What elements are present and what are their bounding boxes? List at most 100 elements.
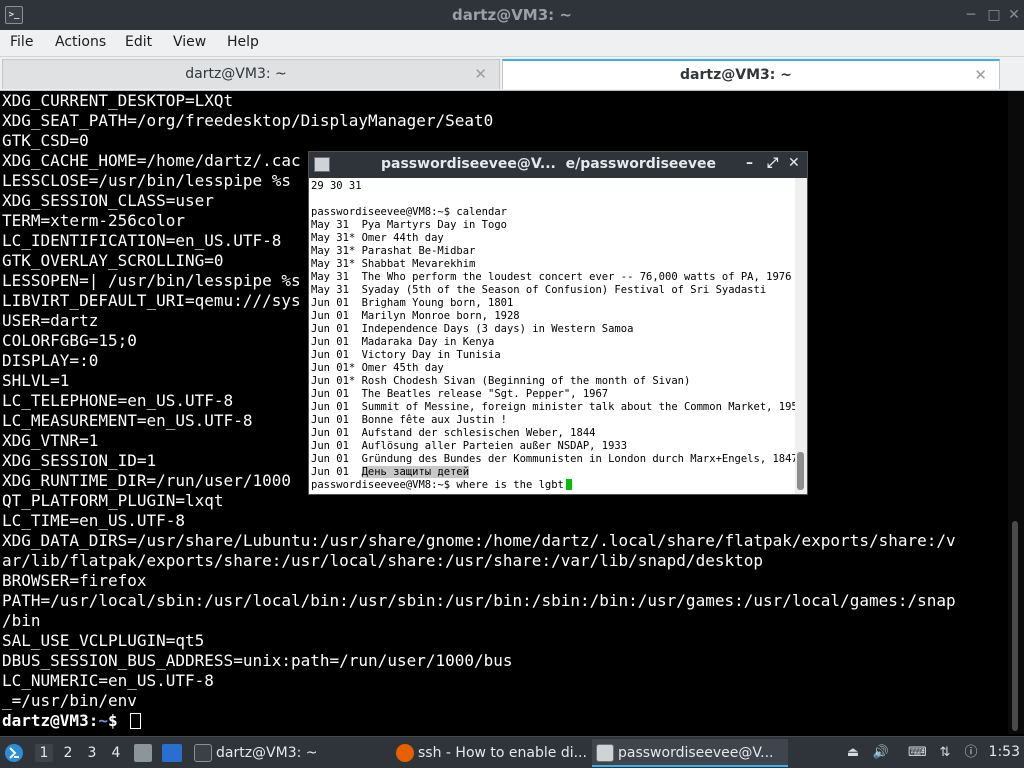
xterm-line-selected: Jun 01 День защиты детей [311,466,470,479]
terminal-line: LC_TIME=en_US.UTF-8 [2,511,186,530]
task-xterm[interactable]: passwordiseevee@V... [592,739,788,767]
task-label: passwordiseevee@V... [618,745,774,761]
xterm-line: Jun 01 Auflösung aller Parteien außer NS… [311,440,628,452]
terminal-line: USER=dartz [2,311,99,330]
task-label: ssh - How to enable di... [418,745,587,761]
terminal-line: DBUS_SESSION_BUS_ADDRESS=unix:path=/run/… [2,651,513,670]
volume-icon[interactable]: 🔊 [872,744,890,762]
terminal-line: GTK_CSD=0 [2,131,89,150]
xterm-minimize-button[interactable]: – [746,155,753,171]
terminal-line: /bin [2,611,41,630]
close-button[interactable]: ✕ [1005,6,1023,24]
xterm-icon [596,744,614,762]
terminal-line: TERM=xterm-256color [2,211,186,230]
xterm-maximize-button[interactable]: ⤢ [767,155,778,171]
tab-terminal-2[interactable]: dartz@VM3: ~ ✕ [502,59,1000,89]
xterm-scrollbar[interactable] [795,178,807,494]
network-icon[interactable]: ⇅ [936,744,954,762]
terminal-line: LIBVIRT_DEFAULT_URI=qemu:///sys [2,291,301,310]
tab-close-icon[interactable]: ✕ [974,66,987,84]
xterm-line: May 31 Syaday (5th of the Season of Conf… [311,284,767,296]
show-desktop-icon[interactable] [162,744,182,762]
window-titlebar[interactable]: >_ dartz@VM3: ~ ─ □ ✕ [0,0,1024,30]
prompt-path: ~ [98,711,108,730]
terminal-line: LC_MEASUREMENT=en_US.UTF-8 [2,411,253,430]
terminal-line: _=/usr/bin/env [2,691,137,710]
clock[interactable]: 1:53 [989,744,1020,760]
xterm-line: May 31* Parashat Be-Midbar [311,245,476,257]
menu-file[interactable]: File [10,34,33,50]
terminal-line: LC_NUMERIC=en_US.UTF-8 [2,671,214,690]
terminal-line: DISPLAY=:0 [2,351,99,370]
xterm-cursor [565,479,572,490]
terminal-line: XDG_SESSION_CLASS=user [2,191,214,210]
terminal-line: XDG_DATA_DIRS=/usr/share/Lubuntu:/usr/sh… [2,531,956,550]
terminal-line: LC_IDENTIFICATION=en_US.UTF-8 [2,231,282,250]
terminal-line: XDG_SEAT_PATH=/org/freedesktop/DisplayMa… [2,111,494,130]
menu-help[interactable]: Help [227,34,259,50]
firefox-icon [396,744,414,762]
xterm-line: Jun 01 The Beatles release "Sgt. Pepper"… [311,388,609,400]
terminal-line: LC_TELEPHONE=en_US.UTF-8 [2,391,234,410]
xterm-titlebar[interactable]: passwordiseevee@V... e/passwordiseevee –… [309,152,807,178]
xterm-line: 29 30 31 [311,180,362,192]
task-terminal[interactable]: dartz@VM3: ~ [190,739,386,767]
prompt-user: dartz@VM3 [2,711,89,730]
eject-icon[interactable]: ⏏ [844,744,862,762]
xterm-line: Jun 01 Marilyn Monroe born, 1928 [311,310,520,322]
xterm-line: May 31* Omer 44th day [311,232,444,244]
workspace-1[interactable]: 1 [35,744,53,762]
terminal-line: QT_PLATFORM_PLUGIN=lxqt [2,491,224,510]
workspace-4[interactable]: 4 [107,744,125,762]
terminal-line: LESSCLOSE=/usr/bin/lesspipe %s [2,171,291,190]
tab-label: dartz@VM3: ~ [185,66,287,82]
xterm-output[interactable]: 29 30 31 passwordiseevee@VM8:~$ calendar… [309,178,795,494]
terminal-line: ar/lib/flatpak/exports/share:/usr/local/… [2,551,763,570]
minimize-button[interactable]: ─ [962,6,980,24]
scrollbar-thumb[interactable] [797,452,804,490]
xterm-line: Jun 01 Independence Days (3 days) in Wes… [311,323,634,335]
terminal-line: BROWSER=firefox [2,571,147,590]
xterm-line: Jun 01 Aufstand der schlesischen Weber, … [311,427,596,439]
tab-terminal-1[interactable]: dartz@VM3: ~ ✕ [2,59,500,89]
terminal-line: LESSOPEN=| /usr/bin/lesspipe %s [2,271,301,290]
start-menu-icon[interactable] [4,743,24,763]
task-label: dartz@VM3: ~ [216,745,318,761]
maximize-button[interactable]: □ [985,6,1003,24]
workspace-3[interactable]: 3 [83,744,101,762]
terminal-line: COLORFGBG=15;0 [2,331,137,350]
selected-text[interactable]: День защиты детей [361,466,470,478]
terminal-line: SHLVL=1 [2,371,70,390]
scrollbar-thumb[interactable] [1012,521,1018,731]
taskbar: 1 2 3 4 dartz@VM3: ~ ssh - How to enable… [0,736,1024,768]
prompt-symbol: $ [107,711,128,730]
terminal-icon [194,744,212,762]
xterm-window[interactable]: passwordiseevee@V... e/passwordiseevee –… [308,151,808,495]
window-title: dartz@VM3: ~ [452,6,572,24]
xterm-prompt: passwordiseevee@VM8:~$ [311,479,457,491]
keyboard-icon[interactable]: ⌨ [908,744,927,762]
xterm-line: Jun 01 Brigham Young born, 1801 [311,297,514,309]
terminal-line: GTK_OVERLAY_SCROLLING=0 [2,251,224,270]
terminal-scrollbar[interactable] [1008,91,1024,734]
menu-edit[interactable]: Edit [125,34,152,50]
xterm-close-button[interactable]: ✕ [788,155,800,171]
menu-bar: File Actions Edit View Help [0,30,1024,57]
notification-icon[interactable]: ⓘ [962,744,980,762]
tab-close-icon[interactable]: ✕ [474,65,487,83]
workspace-2[interactable]: 2 [59,744,77,762]
terminal-line: XDG_VTNR=1 [2,431,99,450]
xterm-line: Jun 01* Omer 45th day [311,362,444,374]
terminal-line: XDG_CURRENT_DESKTOP=LXQt [2,91,234,110]
xterm-app-icon [314,157,330,172]
xterm-line: Jun 01 Victory Day in Tunisia [311,349,501,361]
task-firefox[interactable]: ssh - How to enable di... [392,739,588,767]
xterm-line: May 31 The Who perform the loudest conce… [311,271,792,283]
xterm-line: Jun 01 Gründung des Bundes der Kommunist… [311,453,795,465]
menu-actions[interactable]: Actions [55,34,106,50]
terminal-prompt-line: dartz@VM3:~$ [2,711,142,731]
menu-view[interactable]: View [173,34,206,50]
xterm-line: passwordiseevee@VM8:~$ calendar [311,206,507,218]
file-manager-icon[interactable] [134,744,152,762]
tab-label: dartz@VM3: ~ [680,67,792,83]
